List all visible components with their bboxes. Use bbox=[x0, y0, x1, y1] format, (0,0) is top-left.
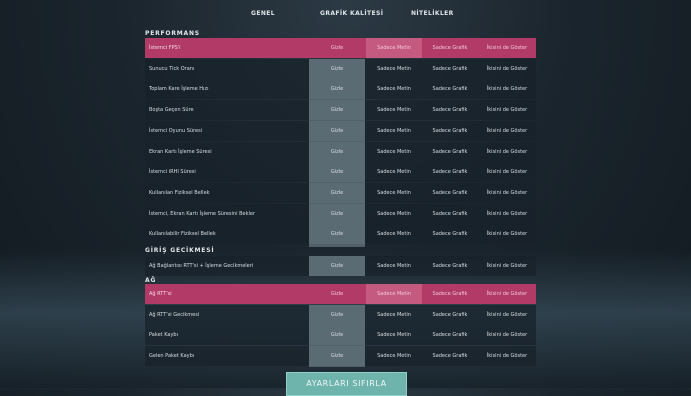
option-show-both[interactable]: İkisini de Göster bbox=[479, 183, 535, 203]
option-hide[interactable]: Gizle bbox=[309, 38, 365, 58]
option-hide[interactable]: Gizle bbox=[309, 59, 365, 79]
setting-row: Gelen Paket Kaybı Gizle Sadece Metin Sadece… bbox=[145, 346, 536, 366]
option-hide[interactable]: Gizle bbox=[309, 325, 365, 345]
option-text-only[interactable]: Sadece Metin bbox=[366, 183, 422, 203]
option-graph-only[interactable]: Sadece Grafik bbox=[422, 256, 478, 276]
option-hide[interactable]: Gizle bbox=[309, 224, 365, 244]
option-hide[interactable]: Gizle bbox=[309, 284, 365, 304]
option-graph-only[interactable]: Sadece Grafik bbox=[422, 325, 478, 345]
setting-row: Kullanılabilir Fiziksel Bellek Gizle Sadec… bbox=[145, 224, 536, 244]
tab-bar: GENEL GRAFİK KALİTESİ NİTELİKLER bbox=[0, 0, 691, 28]
section-title-latency: GİRİŞ GECİKMESİ bbox=[145, 247, 215, 254]
option-graph-only[interactable]: Sadece Grafik bbox=[422, 79, 478, 99]
setting-row: Kullanılan Fiziksel Bellek Gizle Sadece Me… bbox=[145, 183, 536, 203]
setting-label: Boşta Geçen Süre bbox=[149, 107, 194, 113]
option-graph-only[interactable]: Sadece Grafik bbox=[422, 121, 478, 141]
option-hide[interactable]: Gizle bbox=[309, 305, 365, 325]
option-show-both[interactable]: İkisini de Göster bbox=[479, 162, 535, 182]
option-graph-only[interactable]: Sadece Grafik bbox=[422, 142, 478, 162]
option-show-both[interactable]: İkisini de Göster bbox=[479, 305, 535, 325]
option-text-only[interactable]: Sadece Metin bbox=[366, 162, 422, 182]
setting-row: Boşta Geçen Süre Gizle Sadece Metin Sadece … bbox=[145, 100, 536, 120]
setting-label: Kullanılabilir Fiziksel Bellek bbox=[149, 231, 216, 237]
option-hide[interactable]: Gizle bbox=[309, 142, 365, 162]
option-show-both[interactable]: İkisini de Göster bbox=[479, 121, 535, 141]
setting-label: Paket Kaybı bbox=[149, 332, 178, 338]
setting-row: Paket Kaybı Gizle Sadece Metin Sadece Grafi… bbox=[145, 325, 536, 345]
setting-row: İstemci, Ekran Kartı İşleme Süresini Bek… bbox=[145, 204, 536, 224]
option-text-only[interactable]: Sadece Metin bbox=[366, 142, 422, 162]
option-text-only[interactable]: Sadece Metin bbox=[366, 346, 422, 366]
section-title-network: AĞ bbox=[145, 277, 157, 284]
setting-row: Ağ RTT'si Gecikmesi Gizle Sadece Metin Sade… bbox=[145, 305, 536, 325]
option-text-only[interactable]: Sadece Metin bbox=[366, 305, 422, 325]
option-graph-only[interactable]: Sadece Grafik bbox=[422, 59, 478, 79]
option-graph-only[interactable]: Sadece Grafik bbox=[422, 346, 478, 366]
reset-settings-button[interactable]: AYARLARI SIFIRLA bbox=[286, 372, 407, 396]
option-hide[interactable]: Gizle bbox=[309, 79, 365, 99]
setting-label: Ağ Bağlantısı RTT'si + İşleme Gecikmeler… bbox=[149, 263, 254, 269]
option-show-both[interactable]: İkisini de Göster bbox=[479, 79, 535, 99]
setting-label: İstemci iRHI Süresi bbox=[149, 169, 196, 175]
setting-row: Ağ RTT'si Gizle Sadece Metin Sadece Grafik İ… bbox=[145, 284, 536, 304]
setting-label: Ağ RTT'si Gecikmesi bbox=[149, 312, 200, 318]
option-hide[interactable]: Gizle bbox=[309, 121, 365, 141]
option-hide[interactable]: Gizle bbox=[309, 346, 365, 366]
option-show-both[interactable]: İkisini de Göster bbox=[479, 284, 535, 304]
option-graph-only[interactable]: Sadece Grafik bbox=[422, 183, 478, 203]
setting-label: Sunucu Tick Oranı bbox=[149, 66, 195, 72]
option-show-both[interactable]: İkisini de Göster bbox=[479, 100, 535, 120]
section-title-performance: PERFORMANS bbox=[145, 30, 200, 37]
option-hide[interactable]: Gizle bbox=[309, 183, 365, 203]
option-text-only[interactable]: Sadece Metin bbox=[366, 284, 422, 304]
option-text-only[interactable]: Sadece Metin bbox=[366, 121, 422, 141]
option-text-only[interactable]: Sadece Metin bbox=[366, 38, 422, 58]
option-graph-only[interactable]: Sadece Grafik bbox=[422, 204, 478, 224]
setting-row: Ağ Bağlantısı RTT'si + İşleme Gecikmeler… bbox=[145, 256, 536, 276]
setting-label: Ağ RTT'si bbox=[149, 291, 172, 297]
option-graph-only[interactable]: Sadece Grafik bbox=[422, 284, 478, 304]
setting-label: Toplam Kare İşleme Hızı bbox=[149, 86, 209, 92]
option-text-only[interactable]: Sadece Metin bbox=[366, 100, 422, 120]
option-hide[interactable]: Gizle bbox=[309, 256, 365, 276]
setting-row: İstemci FPS'i Gizle Sadece Metin Sadece Gra… bbox=[145, 38, 536, 58]
option-text-only[interactable]: Sadece Metin bbox=[366, 256, 422, 276]
option-hide[interactable]: Gizle bbox=[309, 204, 365, 224]
setting-label: İstemci FPS'i bbox=[149, 45, 181, 51]
setting-row: Ekran Kartı İşleme Süresi Gizle Sadece Met… bbox=[145, 142, 536, 162]
option-show-both[interactable]: İkisini de Göster bbox=[479, 346, 535, 366]
option-text-only[interactable]: Sadece Metin bbox=[366, 79, 422, 99]
option-show-both[interactable]: İkisini de Göster bbox=[479, 224, 535, 244]
option-text-only[interactable]: Sadece Metin bbox=[366, 204, 422, 224]
setting-label: Kullanılan Fiziksel Bellek bbox=[149, 190, 210, 196]
option-show-both[interactable]: İkisini de Göster bbox=[479, 59, 535, 79]
option-text-only[interactable]: Sadece Metin bbox=[366, 224, 422, 244]
setting-label: İstemci Oyunu Süresi bbox=[149, 128, 203, 134]
option-graph-only[interactable]: Sadece Grafik bbox=[422, 100, 478, 120]
option-graph-only[interactable]: Sadece Grafik bbox=[422, 224, 478, 244]
setting-label: Ekran Kartı İşleme Süresi bbox=[149, 149, 212, 155]
option-hide[interactable]: Gizle bbox=[309, 100, 365, 120]
setting-row: İstemci Oyunu Süresi Gizle Sadece Metin Sad… bbox=[145, 121, 536, 141]
option-show-both[interactable]: İkisini de Göster bbox=[479, 256, 535, 276]
setting-row: İstemci iRHI Süresi Gizle Sadece Metin Sade… bbox=[145, 162, 536, 182]
option-graph-only[interactable]: Sadece Grafik bbox=[422, 38, 478, 58]
option-show-both[interactable]: İkisini de Göster bbox=[479, 325, 535, 345]
setting-label: İstemci, Ekran Kartı İşleme Süresini Bek… bbox=[149, 211, 255, 217]
option-text-only[interactable]: Sadece Metin bbox=[366, 325, 422, 345]
option-text-only[interactable]: Sadece Metin bbox=[366, 59, 422, 79]
option-show-both[interactable]: İkisini de Göster bbox=[479, 204, 535, 224]
tab-graphics-quality[interactable]: GRAFİK KALİTESİ bbox=[320, 10, 383, 17]
tab-general[interactable]: GENEL bbox=[251, 10, 275, 17]
tab-attributes[interactable]: NİTELİKLER bbox=[411, 10, 454, 17]
option-graph-only[interactable]: Sadece Grafik bbox=[422, 162, 478, 182]
option-hide[interactable]: Gizle bbox=[309, 162, 365, 182]
setting-label: Gelen Paket Kaybı bbox=[149, 353, 195, 359]
setting-row: Sunucu Tick Oranı Gizle Sadece Metin Sadece… bbox=[145, 59, 536, 79]
option-graph-only[interactable]: Sadece Grafik bbox=[422, 305, 478, 325]
option-show-both[interactable]: İkisini de Göster bbox=[479, 142, 535, 162]
setting-row: Toplam Kare İşleme Hızı Gizle Sadece Metin… bbox=[145, 79, 536, 99]
option-show-both[interactable]: İkisini de Göster bbox=[479, 38, 535, 58]
